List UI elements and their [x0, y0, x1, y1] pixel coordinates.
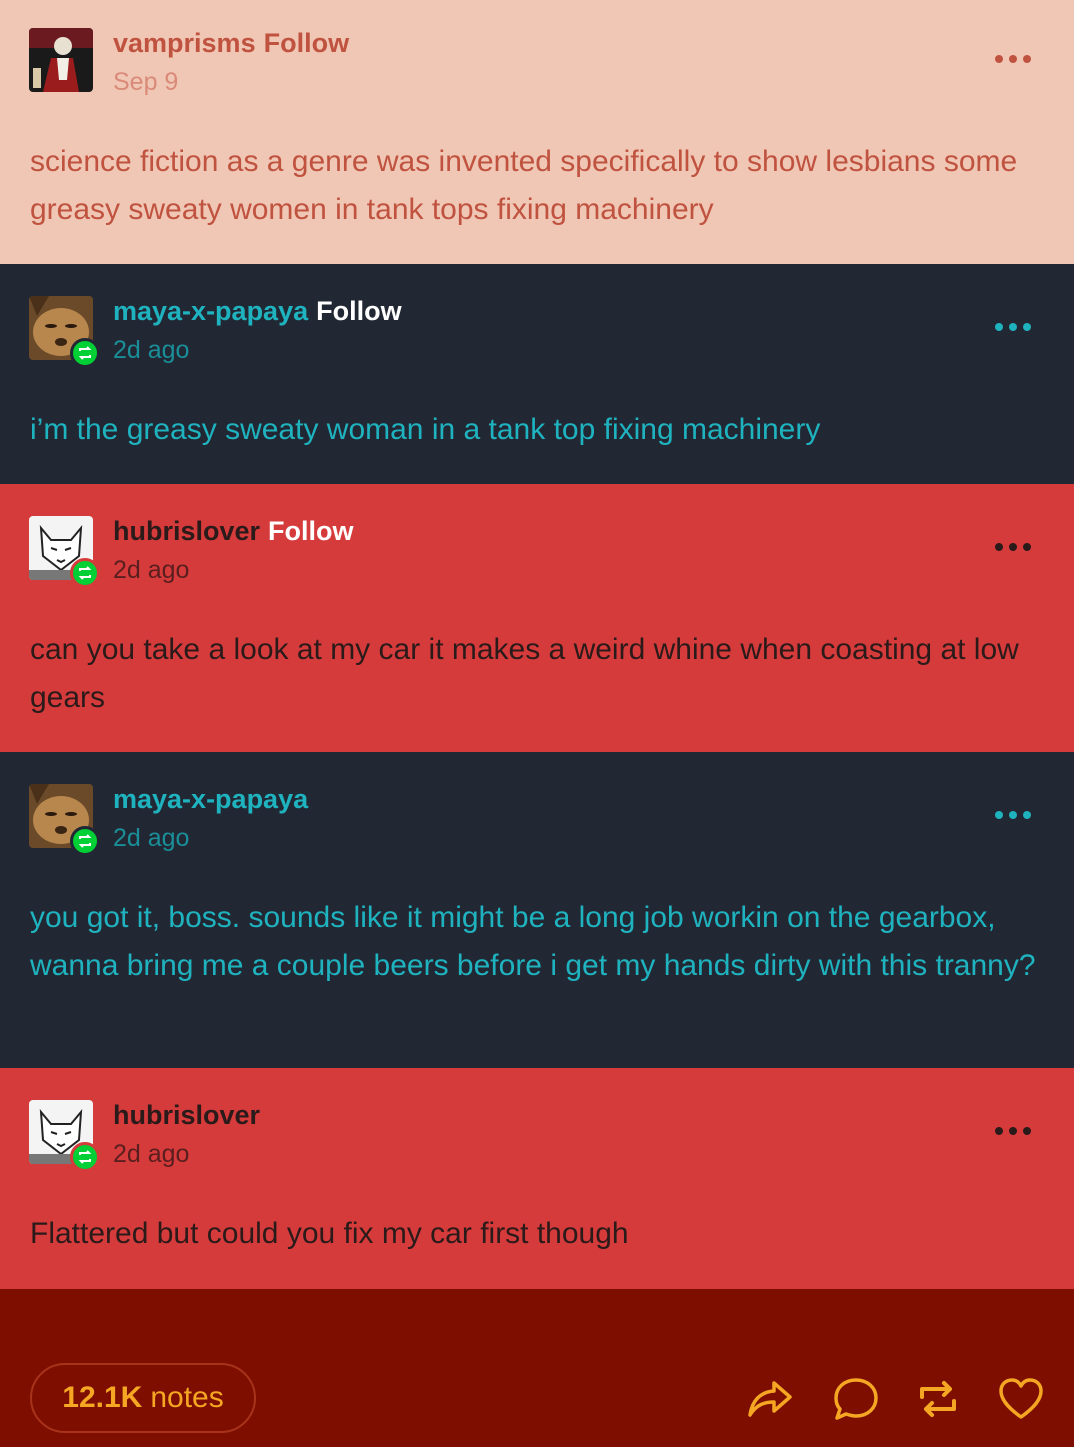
reblog-icon[interactable] — [914, 1375, 962, 1423]
timestamp[interactable]: Sep 9 — [113, 68, 178, 97]
more-options-icon[interactable] — [993, 321, 1033, 333]
post-vamprisms: vamprisms Follow Sep 9 science fiction as… — [0, 0, 1074, 264]
reblog-badge-icon — [70, 558, 100, 588]
post-hubrislover: hubrislover Follow 2d ago can you take a … — [0, 484, 1074, 752]
more-options-icon[interactable] — [993, 53, 1033, 65]
more-options-icon[interactable] — [993, 541, 1033, 553]
follow-button[interactable]: Follow — [268, 516, 353, 546]
timestamp[interactable]: 2d ago — [113, 556, 189, 585]
username-link[interactable]: hubrislover — [113, 516, 260, 546]
post-hubrislover: hubrislover 2d ago Flattered but could y… — [0, 1068, 1074, 1289]
follow-button[interactable]: Follow — [264, 28, 349, 58]
post-body: Flattered but could you fix my car first… — [30, 1217, 629, 1250]
more-options-icon[interactable] — [993, 809, 1033, 821]
username-link[interactable]: maya-x-papaya — [113, 296, 308, 326]
notes-count: 12.1K — [62, 1381, 143, 1414]
post-header: hubrislover Follow — [113, 516, 354, 547]
post-header: hubrislover — [113, 1100, 260, 1131]
post-body: you got it, boss. sounds like it might b… — [30, 901, 1036, 982]
post-body: can you take a look at my car it makes a… — [30, 633, 1019, 714]
post-maya-x-papaya: maya-x-papaya Follow 2d ago i’m the greas… — [0, 264, 1074, 484]
like-icon[interactable] — [997, 1375, 1045, 1423]
post-header: maya-x-papaya Follow — [113, 296, 402, 327]
timestamp[interactable]: 2d ago — [113, 824, 189, 853]
timestamp[interactable]: 2d ago — [113, 336, 189, 365]
timestamp[interactable]: 2d ago — [113, 1140, 189, 1169]
username-link[interactable]: hubrislover — [113, 1100, 260, 1130]
post-header: vamprisms Follow — [113, 28, 349, 59]
reblog-badge-icon — [70, 1142, 100, 1172]
more-options-icon[interactable] — [993, 1125, 1033, 1137]
reblog-badge-icon — [70, 338, 100, 368]
post-body: i’m the greasy sweaty woman in a tank to… — [30, 413, 821, 446]
reply-icon[interactable] — [832, 1375, 880, 1423]
post-maya-x-papaya: maya-x-papaya 2d ago you got it, boss. s… — [0, 752, 1074, 1068]
username-link[interactable]: maya-x-papaya — [113, 784, 308, 814]
post-footer: 12.1K notes — [0, 1289, 1074, 1447]
notes-button[interactable]: 12.1K notes — [30, 1363, 256, 1433]
post-body: science fiction as a genre was invented … — [30, 145, 1018, 226]
username-link[interactable]: vamprisms — [113, 28, 256, 58]
post-header: maya-x-papaya — [113, 784, 308, 815]
follow-button[interactable]: Follow — [316, 296, 401, 326]
avatar[interactable] — [29, 28, 93, 92]
reblog-badge-icon — [70, 826, 100, 856]
share-icon[interactable] — [746, 1375, 794, 1423]
notes-label: notes — [150, 1381, 224, 1414]
